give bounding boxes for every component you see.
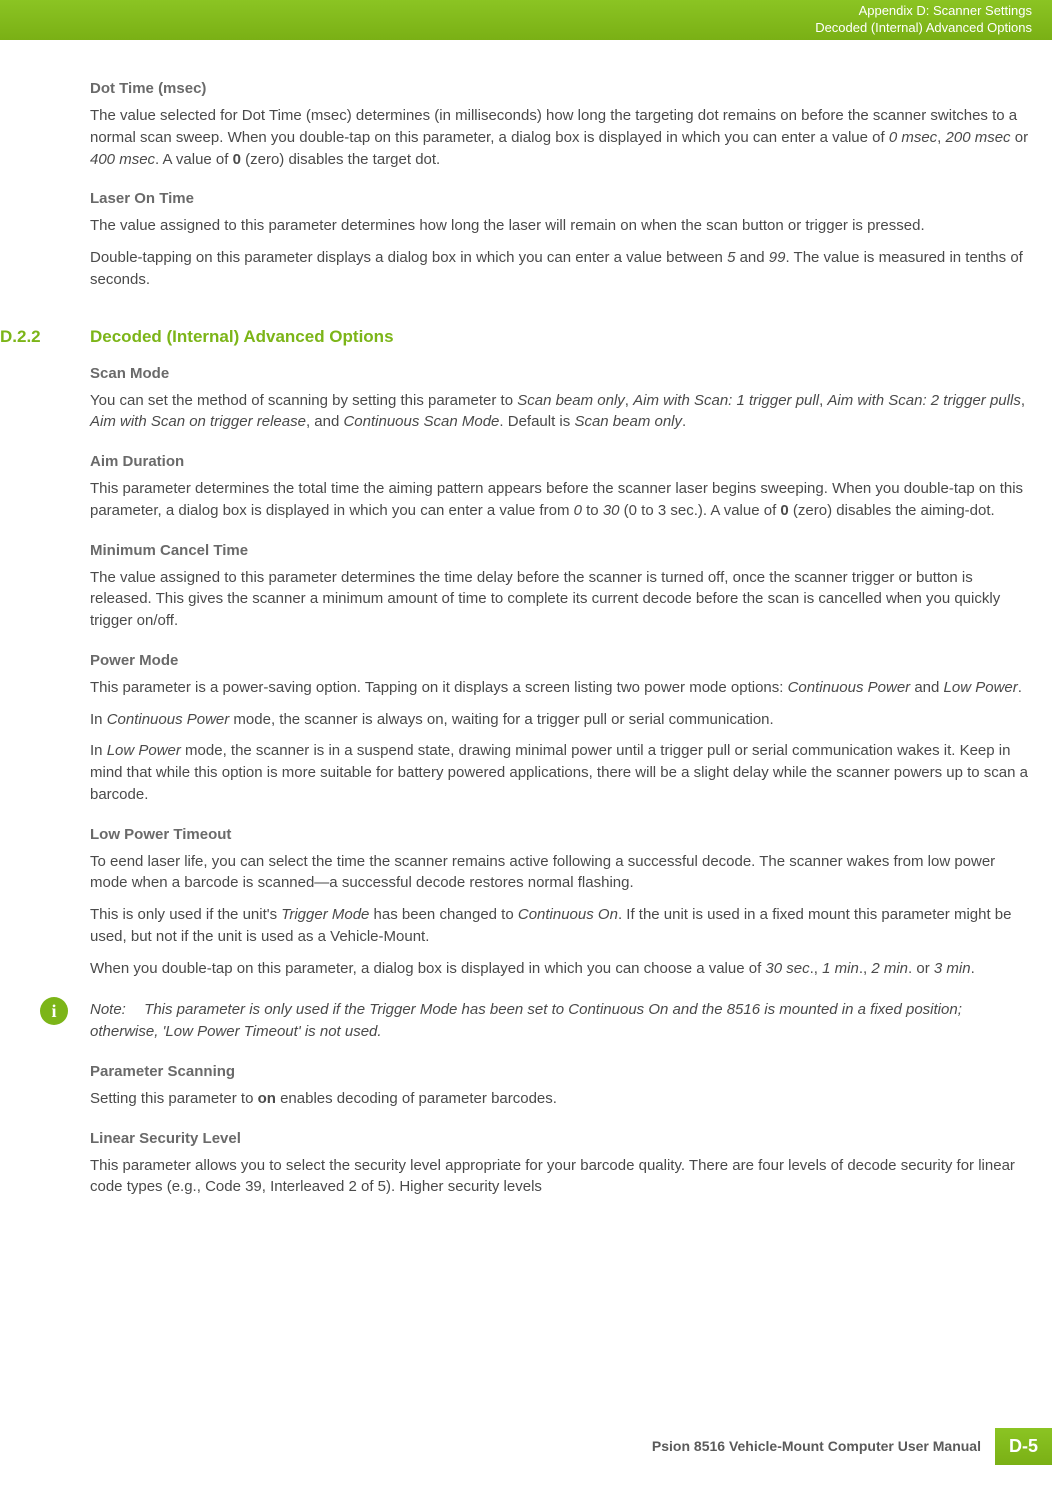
note-row: i Note: This parameter is only used if t…	[40, 997, 1032, 1043]
section-number: D.2.2	[0, 327, 90, 347]
body-aim-duration: This parameter determines the total time…	[90, 478, 1032, 522]
note-text: Note: This parameter is only used if the…	[90, 997, 1032, 1043]
heading-dot-time: Dot Time (msec)	[90, 80, 1032, 97]
header-line2: Decoded (Internal) Advanced Options	[815, 20, 1032, 37]
note-body: This parameter is only used if the Trigg…	[90, 1001, 962, 1040]
header-bar: Appendix D: Scanner Settings Decoded (In…	[0, 0, 1052, 40]
body-linear-security: This parameter allows you to select the …	[90, 1155, 1032, 1199]
heading-min-cancel: Minimum Cancel Time	[90, 542, 1032, 559]
body-power-mode-2: In Continuous Power mode, the scanner is…	[90, 709, 1032, 731]
body-power-mode-1: This parameter is a power-saving option.…	[90, 677, 1032, 699]
heading-laser-on: Laser On Time	[90, 190, 1032, 207]
body-laser-on-1: The value assigned to this parameter det…	[90, 215, 1032, 237]
body-lpt-3: When you double-tap on this parameter, a…	[90, 958, 1032, 980]
section-d22-row: D.2.2 Decoded (Internal) Advanced Option…	[0, 327, 1032, 347]
footer: Psion 8516 Vehicle-Mount Computer User M…	[638, 1428, 1052, 1465]
header-line1: Appendix D: Scanner Settings	[815, 3, 1032, 20]
footer-page: D-5	[995, 1428, 1052, 1465]
body-lpt-2: This is only used if the unit's Trigger …	[90, 904, 1032, 948]
body-lpt-1: To eend laser life, you can select the t…	[90, 851, 1032, 895]
section-title: Decoded (Internal) Advanced Options	[90, 327, 394, 347]
body-laser-on-2: Double-tapping on this parameter display…	[90, 247, 1032, 291]
page-content: Dot Time (msec) The value selected for D…	[0, 40, 1052, 1198]
heading-scan-mode: Scan Mode	[90, 365, 1032, 382]
heading-linear-security: Linear Security Level	[90, 1130, 1032, 1147]
footer-title: Psion 8516 Vehicle-Mount Computer User M…	[638, 1428, 995, 1465]
heading-param-scanning: Parameter Scanning	[90, 1063, 1032, 1080]
body-param-scanning: Setting this parameter to on enables dec…	[90, 1088, 1032, 1110]
heading-aim-duration: Aim Duration	[90, 453, 1032, 470]
heading-power-mode: Power Mode	[90, 652, 1032, 669]
body-dot-time: The value selected for Dot Time (msec) d…	[90, 105, 1032, 170]
header-text: Appendix D: Scanner Settings Decoded (In…	[815, 3, 1032, 37]
body-min-cancel: The value assigned to this parameter det…	[90, 567, 1032, 632]
note-label: Note:	[90, 999, 140, 1021]
body-power-mode-3: In Low Power mode, the scanner is in a s…	[90, 740, 1032, 805]
body-scan-mode: You can set the method of scanning by se…	[90, 390, 1032, 434]
info-icon: i	[40, 997, 68, 1025]
heading-low-power-timeout: Low Power Timeout	[90, 826, 1032, 843]
